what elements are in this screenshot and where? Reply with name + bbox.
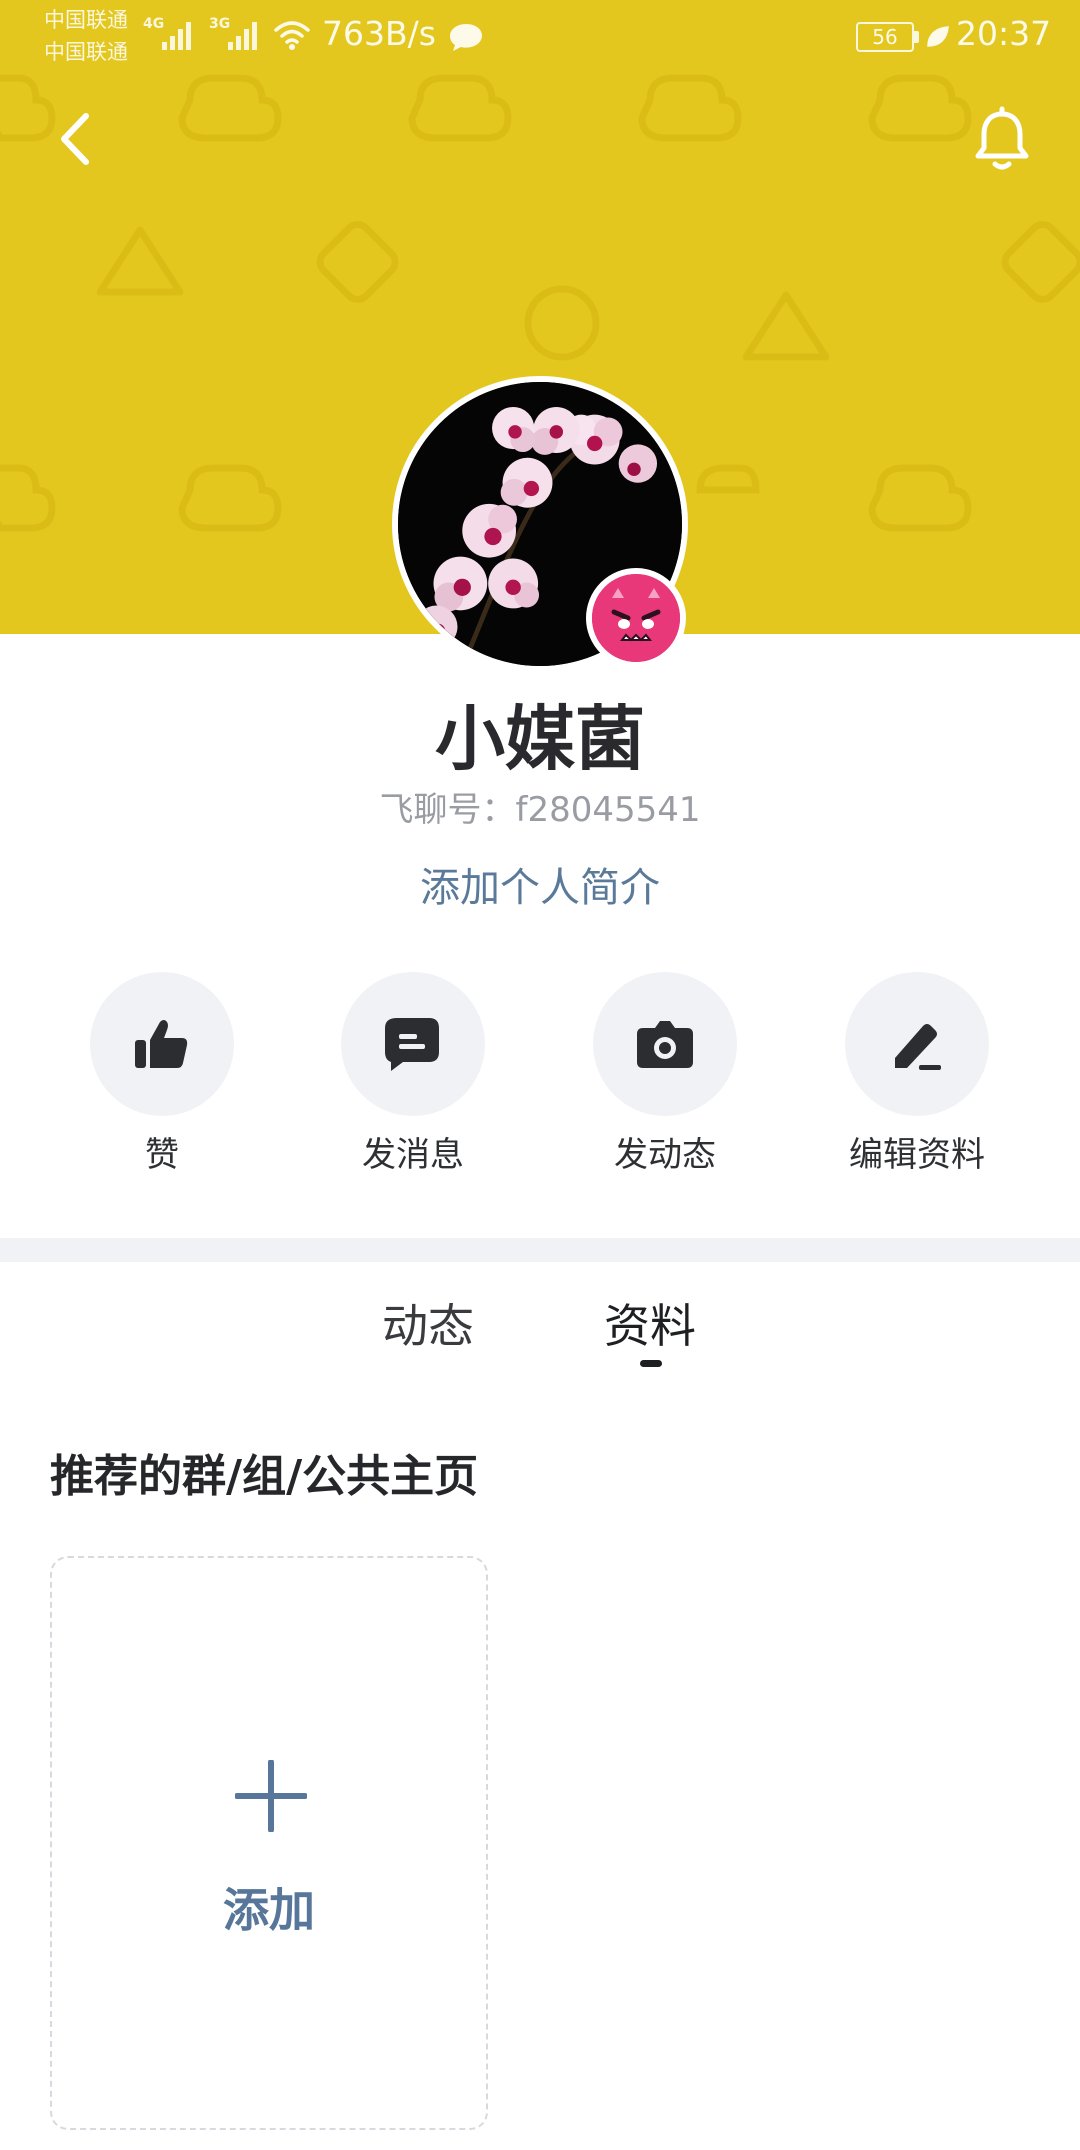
tab-moments[interactable]: 动态 — [382, 1296, 474, 1356]
battery-cap — [914, 31, 919, 43]
leaf-icon — [927, 26, 949, 47]
post-moment-button[interactable]: 发动态 — [540, 972, 790, 1182]
post-moment-circle — [593, 972, 737, 1116]
like-label: 赞 — [145, 1135, 179, 1175]
avatar-badge — [586, 568, 686, 668]
edit-profile-circle — [845, 972, 989, 1116]
carrier-name: 中国联通 — [44, 8, 128, 32]
add-bio-link[interactable]: 添加个人简介 — [0, 862, 1080, 914]
like-button-circle — [90, 972, 234, 1116]
camera-icon — [637, 1021, 693, 1068]
wifi-icon — [274, 21, 310, 50]
thumbs-up-icon — [135, 1020, 188, 1068]
signal-icon — [162, 22, 191, 50]
profile-screen: 中国联通 中国联通 4G 3G 763B/s 56 20:37 小媒菌 飞聊号：… — [0, 0, 1080, 2150]
send-message-button[interactable]: 发消息 — [288, 972, 538, 1182]
send-message-label: 发消息 — [362, 1135, 464, 1175]
signal-icon-secondary — [228, 22, 257, 50]
battery-icon: 56 — [856, 22, 914, 52]
active-tab-indicator — [640, 1360, 662, 1367]
profile-name: 小媒菌 — [435, 698, 645, 780]
edit-profile-label: 编辑资料 — [849, 1135, 985, 1175]
post-moment-label: 发动态 — [614, 1135, 716, 1175]
carrier-name-secondary: 中国联通 — [44, 40, 128, 64]
back-button[interactable] — [46, 104, 106, 174]
battery-level: 56 — [872, 25, 898, 49]
tab-profile-info[interactable]: 资料 — [604, 1296, 696, 1356]
edit-profile-button[interactable]: 编辑资料 — [792, 972, 1042, 1182]
chevron-left-icon — [61, 113, 89, 165]
send-message-circle — [341, 972, 485, 1116]
add-group-card[interactable]: 添加 — [50, 1556, 488, 2130]
status-bar: 中国联通 中国联通 4G 3G 763B/s 56 20:37 — [0, 0, 1080, 72]
like-button[interactable]: 赞 — [37, 972, 287, 1182]
message-icon — [385, 1018, 439, 1071]
pencil-icon — [895, 1024, 941, 1070]
devil-face-icon — [592, 574, 680, 662]
chat-bubble-icon — [450, 24, 482, 51]
account-id: 飞聊号：f28045541 — [379, 790, 701, 830]
bell-icon — [975, 106, 1029, 170]
recommended-groups-title: 推荐的群/组/公共主页 — [50, 1451, 479, 1502]
network-speed: 763B/s — [322, 14, 436, 53]
section-divider — [0, 1238, 1080, 1262]
clock: 20:37 — [956, 14, 1052, 53]
add-group-label: 添加 — [223, 1883, 315, 1937]
plus-icon — [235, 1760, 307, 1832]
notifications-button[interactable] — [970, 104, 1034, 174]
